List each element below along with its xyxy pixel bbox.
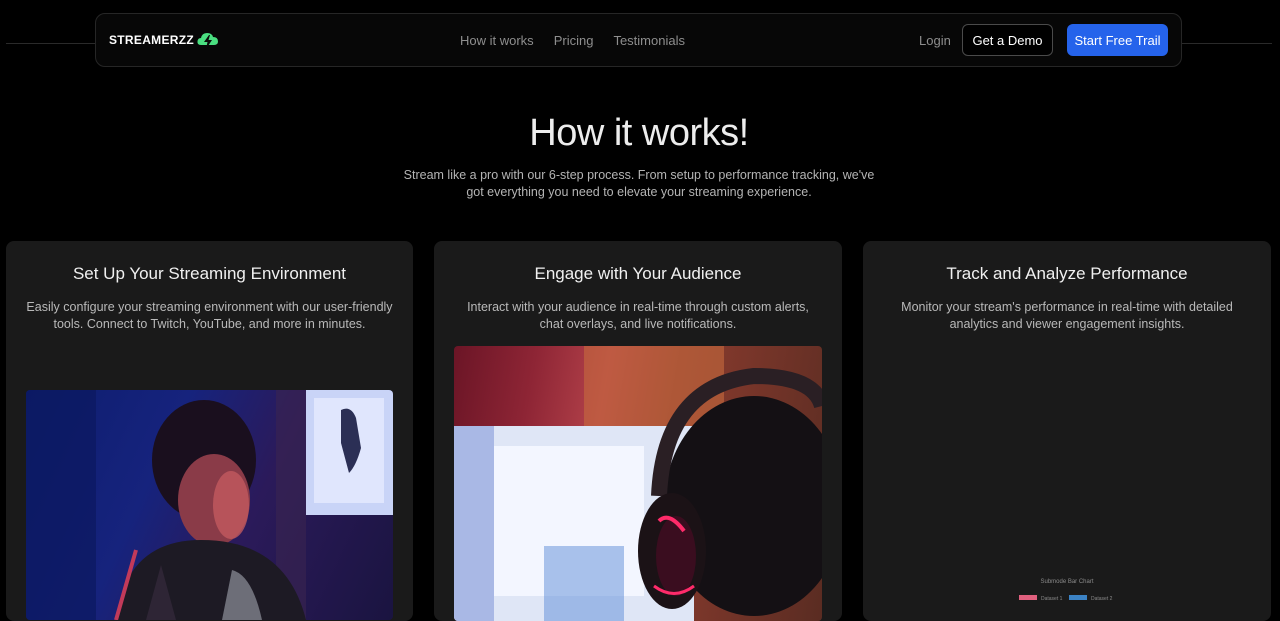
login-link[interactable]: Login <box>919 33 951 48</box>
start-free-trial-button[interactable]: Start Free Trail <box>1067 24 1168 56</box>
legend-swatch-2 <box>1069 595 1087 600</box>
feature-card-analytics: Track and Analyze Performance Monitor yo… <box>863 241 1271 621</box>
legend-label-2: Dataset 2 <box>1091 596 1113 602</box>
feature-card-setup: Set Up Your Streaming Environment Easily… <box>6 241 413 621</box>
card-title: Track and Analyze Performance <box>946 264 1188 283</box>
logo[interactable]: STREAMERZZ <box>109 30 220 50</box>
gamer-headphones-photo <box>454 346 822 621</box>
lightning-cloud-icon <box>197 33 218 49</box>
header-divider-right <box>1180 43 1272 44</box>
header-divider-left <box>6 43 96 44</box>
streamer-photo <box>26 390 393 620</box>
nav-links: How it works Pricing Testimonials <box>460 33 685 48</box>
page-title: How it works! <box>529 112 749 154</box>
feature-card-engage: Engage with Your Audience Interact with … <box>434 241 842 621</box>
chart-title: Submode Bar Chart <box>1040 579 1093 585</box>
chart-svg: Submode Bar Chart Dataset 1 Dataset 2 <box>1019 579 1113 602</box>
nav-link-how-it-works[interactable]: How it works <box>460 33 534 48</box>
legend-label-1: Dataset 1 <box>1041 596 1063 602</box>
card-title: Engage with Your Audience <box>534 264 742 283</box>
legend-swatch-1 <box>1019 595 1037 600</box>
get-demo-button[interactable]: Get a Demo <box>962 24 1053 56</box>
navbar: STREAMERZZ How it works Pricing Testimon… <box>95 13 1182 67</box>
card-description: Interact with your audience in real-time… <box>467 300 809 331</box>
analytics-chart: Submode Bar Chart Dataset 1 Dataset 2 <box>883 561 1251 621</box>
card-description: Monitor your stream's performance in rea… <box>901 300 1233 331</box>
nav-link-pricing[interactable]: Pricing <box>554 33 594 48</box>
page-subtitle: Stream like a pro with our 6-step proces… <box>403 168 875 199</box>
card-title: Set Up Your Streaming Environment <box>72 264 347 283</box>
logo-text: STREAMERZZ <box>109 33 194 47</box>
nav-link-testimonials[interactable]: Testimonials <box>613 33 685 48</box>
card-description: Easily configure your streaming environm… <box>26 300 393 331</box>
